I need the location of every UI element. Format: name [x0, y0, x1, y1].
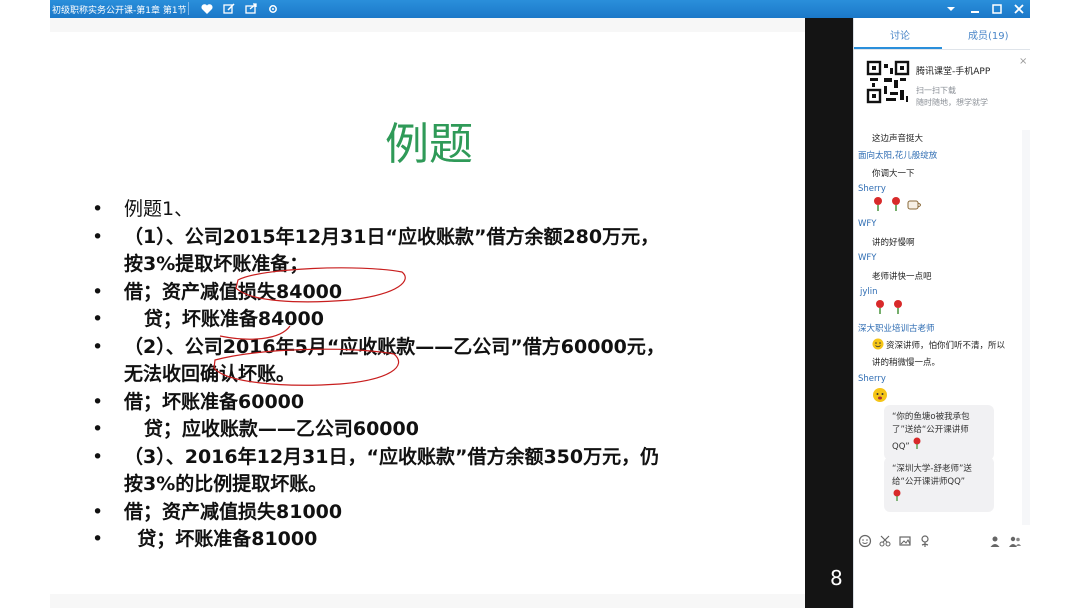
flower-icon[interactable] — [918, 534, 932, 548]
chat-scrollbar[interactable] — [1022, 130, 1030, 525]
slide-title: 例题 — [385, 119, 473, 170]
edit-icon[interactable] — [222, 2, 236, 16]
image-icon[interactable] — [898, 534, 912, 548]
chat-nick[interactable]: jylin — [860, 287, 878, 297]
rose-icon — [913, 437, 921, 449]
minimize-icon[interactable] — [968, 2, 982, 16]
chat-list: 这边声音挺大 面向太阳,花儿般绽放 你调大一下 Sherry WFY 讲的好慢啊… — [854, 122, 1030, 542]
rose-emoji-icon — [876, 300, 902, 314]
chat-message: 讲的稍微慢一点。 — [872, 358, 941, 368]
side-panel: 讨论 成员(19) 腾讯课堂-手机APP 扫一扫下载 随时随地，想学就学 × 这… — [853, 18, 1030, 608]
scissors-icon[interactable] — [878, 534, 892, 548]
bullet-line: 贷；应收账款——乙公司60000 — [92, 416, 792, 444]
title-separator — [188, 2, 189, 15]
slide-bullet-list: 例题1、 （1）、公司2015年12月31日“应收账款”借方余额280万元，按3… — [92, 196, 792, 554]
bullet-line: 借；坏账准备60000 — [92, 389, 792, 417]
slide-viewport: 例题 例题1、 （1）、公司2015年12月31日“应收账款”借方余额280万元… — [50, 18, 853, 608]
tab-discussion[interactable]: 讨论 — [854, 27, 942, 49]
bullet-line: （3）、2016年12月31日，“应收账款”借方余额350万元，仍按3%的比例提… — [92, 444, 792, 499]
dropdown-icon[interactable] — [944, 2, 958, 16]
bullet-line: （1）、公司2015年12月31日“应收账款”借方余额280万元，按3%提取坏账… — [92, 224, 792, 279]
bullet-line: 借；资产减值损失84000 — [92, 279, 792, 307]
chat-toolbar — [854, 530, 1030, 554]
bullet-line: 贷；坏账准备84000 — [92, 306, 792, 334]
bullet-line: 借；资产减值损失81000 — [92, 499, 792, 527]
chat-message: 讲的好慢啊 — [872, 238, 915, 248]
window-title: 初级职称实务公开课-第1章 第1节 — [52, 6, 187, 16]
promo-close-button[interactable]: × — [1019, 56, 1027, 67]
chat-message: 老师讲快一点吧 — [872, 272, 932, 282]
smile-emoji-icon — [872, 338, 884, 350]
title-bar: 初级职称实务公开课-第1章 第1节 — [50, 0, 1030, 18]
gift-notice: “深圳大学-舒老师”送给“公开课讲师QQ” — [884, 457, 994, 512]
bullet-line: （2）、公司2016年5月“应收账款——乙公司”借方60000元，无法收回确认坏… — [92, 334, 792, 389]
share-icon[interactable] — [244, 2, 258, 16]
chat-message: 这边声音挺大 — [872, 134, 924, 144]
chat-nick[interactable]: WFY — [858, 253, 877, 263]
heart-icon[interactable] — [200, 2, 214, 16]
promo-subtitle: 随时随地，想学就学 — [916, 98, 988, 107]
gift-notice: “你的鱼塘o被我承包了”送给“公开课讲师QQ” — [884, 405, 994, 460]
emoji-button-icon[interactable] — [858, 534, 872, 548]
settings-icon[interactable] — [266, 2, 280, 16]
app-promo: 腾讯课堂-手机APP 扫一扫下载 随时随地，想学就学 × — [854, 52, 1030, 112]
chat-message: 资深讲师，怕你们听不清，所以 — [886, 341, 1006, 351]
user-icon[interactable] — [988, 534, 1002, 548]
rose-icon — [893, 489, 901, 501]
rose-emoji-icon — [874, 197, 921, 211]
maximize-icon[interactable] — [990, 2, 1004, 16]
slide: 例题 例题1、 （1）、公司2015年12月31日“应收账款”借方余额280万元… — [50, 32, 805, 594]
panel-tabs: 讨论 成员(19) — [854, 18, 1030, 50]
classroom-window: 初级职称实务公开课-第1章 第1节 例题 例题1、 （1）、公司2015年12月… — [50, 0, 1030, 608]
promo-title: 腾讯课堂-手机APP — [916, 67, 991, 77]
close-icon[interactable] — [1012, 2, 1026, 16]
users-icon[interactable] — [1008, 534, 1022, 548]
bullet-line: 例题1、 — [92, 196, 792, 224]
tab-members[interactable]: 成员(19) — [968, 27, 1009, 42]
chat-nick[interactable]: 面向太阳,花儿般绽放 — [858, 149, 937, 161]
chat-nick[interactable]: Sherry — [858, 184, 886, 194]
promo-subtitle: 扫一扫下载 — [916, 86, 956, 95]
side-gap — [805, 18, 853, 608]
screen: 初级职称实务公开课-第1章 第1节 例题 例题1、 （1）、公司2015年12月… — [0, 0, 1080, 608]
chat-nick[interactable]: WFY — [858, 219, 877, 229]
emoji-icon — [873, 388, 887, 402]
chat-nick[interactable]: 深大职业培训古老师 — [858, 322, 935, 334]
bullet-line: 贷；坏账准备81000 — [92, 526, 792, 554]
chat-nick[interactable]: Sherry — [858, 374, 886, 384]
overlay-glyph: 8 — [830, 566, 843, 590]
chat-message: 你调大一下 — [872, 169, 915, 179]
qr-code-icon — [866, 60, 910, 104]
